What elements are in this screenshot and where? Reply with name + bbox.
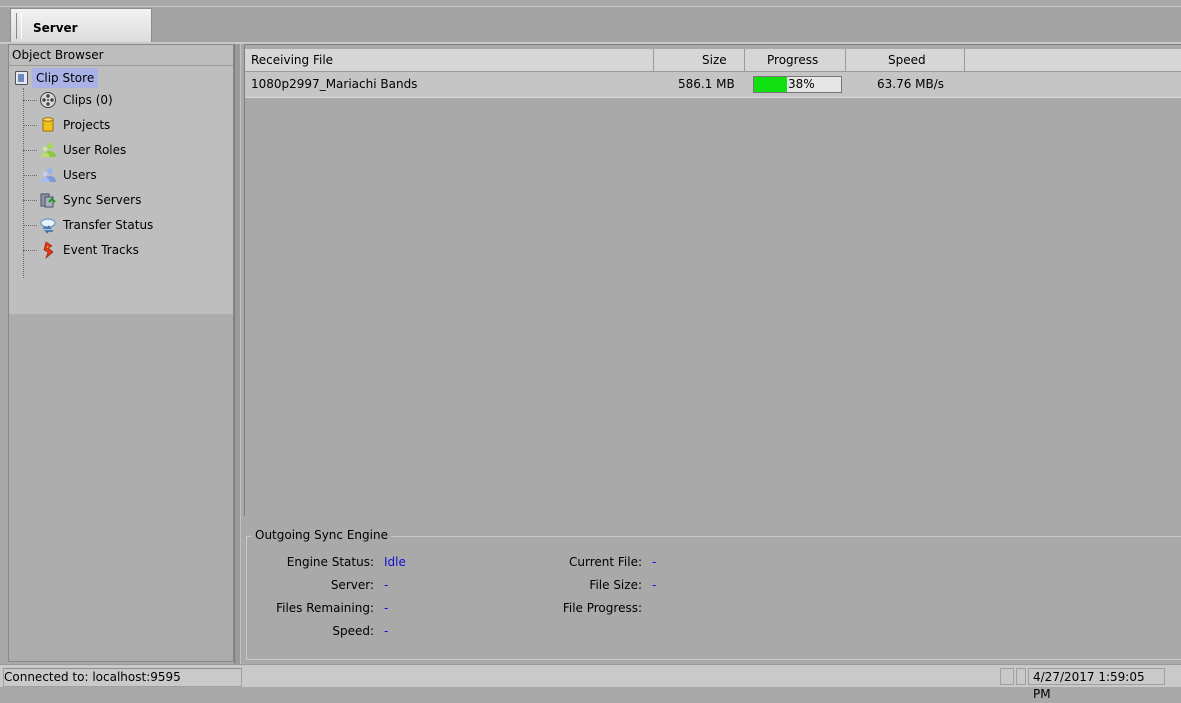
panel-splitter[interactable] [234,44,241,664]
event-tracks-icon [39,241,57,259]
connection-status: Connected to: localhost:9595 [3,668,242,687]
status-bar-segment [1000,668,1014,685]
cell-file: 1080p2997_Mariachi Bands [251,77,418,91]
object-browser-tree: Clip Store Clips (0) Projects User Roles [9,66,233,314]
database-icon [39,116,57,134]
progress-text: 38% [788,77,815,91]
tree-branch [23,200,37,201]
progress-bar: 38% [753,76,842,93]
file-size-value: - [652,578,657,592]
status-bar-segment [1016,668,1026,685]
transfer-list-header: Receiving File Size Progress Speed [245,49,1181,72]
tree-branch [23,150,37,151]
tab-server[interactable]: Server [10,8,152,42]
users-icon [39,166,57,184]
user-roles-icon [39,141,57,159]
speed-value: - [384,624,389,638]
engine-status-label: Engine Status: [286,555,374,569]
files-remaining-label: Files Remaining: [276,601,374,615]
transfer-status-icon [39,216,57,234]
speed-label: Speed: [332,624,374,638]
clip-store-icon [14,70,30,89]
sync-engine-title: Outgoing Sync Engine [252,528,391,542]
tab-bar: Server [0,6,1181,42]
tree-branch [23,225,37,226]
tree-branch [23,125,37,126]
tree-branch [23,250,37,251]
column-header-progress[interactable]: Progress [745,49,846,71]
tree-root-label: Clip Store [32,68,99,88]
status-time: 4/27/2017 1:59:05 PM [1028,668,1165,701]
object-browser-panel: Object Browser Clip Store Clips (0) Proj… [8,44,234,662]
column-header-filler [965,49,1181,71]
current-file-label: Current File: [568,555,642,569]
tree-item-transfer-status-label: Transfer Status [63,218,154,232]
column-header-size[interactable]: Size [654,49,745,71]
outgoing-sync-engine-panel: Outgoing Sync Engine Engine Status: Idle… [244,520,1181,662]
column-header-speed[interactable]: Speed [846,49,965,71]
tree-item-users-label: Users [63,168,97,182]
tab-bar-border [0,6,1181,7]
tree-item-clips-label: Clips (0) [63,93,113,107]
tree-branch [23,100,37,101]
transfer-list: Receiving File Size Progress Speed 1080p… [244,44,1181,516]
status-bar: Connected to: localhost:9595 4/27/2017 1… [0,664,1181,701]
current-file-value: - [652,555,657,569]
engine-status-value: Idle [384,555,406,569]
server-value: - [384,578,389,592]
object-browser-title: Object Browser [9,45,233,66]
column-header-receiving-file[interactable]: Receiving File [245,49,654,71]
tree-item-sync-servers-label: Sync Servers [63,193,142,207]
server-label: Server: [330,578,374,592]
progress-bar-fill [754,77,788,92]
file-size-label: File Size: [589,578,642,592]
cell-size: 586.1 MB [678,77,735,91]
files-remaining-value: - [384,601,389,615]
tab-grip [16,13,22,39]
cell-speed: 63.76 MB/s [877,77,945,91]
tab-server-label: Server [33,21,78,35]
sync-servers-icon [39,191,57,209]
film-reel-icon [39,91,57,109]
tree-item-event-tracks-label: Event Tracks [63,243,139,257]
tree-branch [23,175,37,176]
tree-item-projects-label: Projects [63,118,111,132]
tree-item-user-roles-label: User Roles [63,143,127,157]
table-row[interactable]: 1080p2997_Mariachi Bands 586.1 MB 38% 63… [245,72,1181,98]
file-progress-label: File Progress: [562,601,642,615]
